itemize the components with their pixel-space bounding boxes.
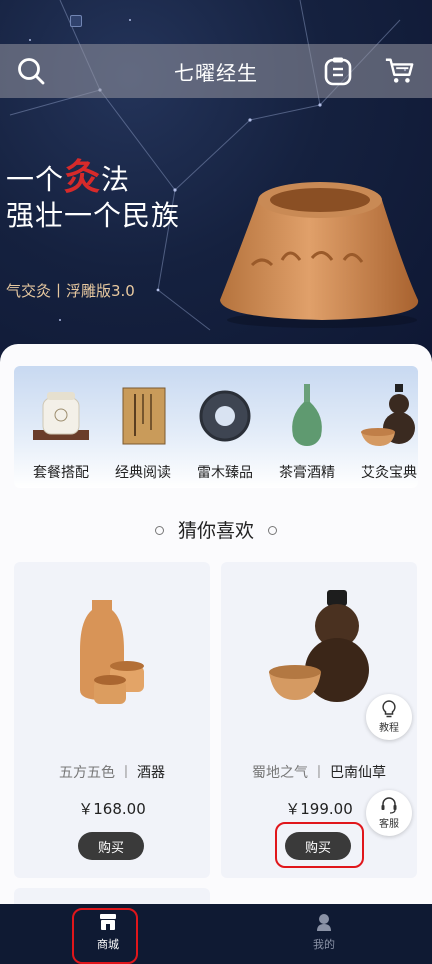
wood-ring-icon — [199, 390, 251, 442]
headset-icon — [381, 797, 397, 814]
category-label: 套餐搭配 — [33, 465, 89, 481]
hero-banner[interactable]: 七曜经生 一个灸法 强壮一个民族 气交灸丨浮雕版3.0 ​ — [0, 0, 432, 380]
tutorial-button[interactable]: 教程 — [366, 694, 412, 740]
name-separator: 丨 — [119, 765, 133, 781]
tutorial-label: 教程 — [379, 723, 399, 734]
jar-set-icon — [33, 392, 89, 440]
wine-set-image — [80, 600, 144, 704]
nav-item-profile[interactable]: 我的 — [284, 912, 364, 960]
category-label: 雷木臻品 — [197, 465, 253, 481]
category-item[interactable]: 经典阅读 — [102, 366, 184, 488]
headline-line2: 强壮一个民族 — [6, 199, 181, 232]
user-icon — [317, 914, 331, 931]
support-button[interactable]: 客服 — [366, 790, 412, 836]
moxa-bowl-image: ​ — [220, 182, 419, 328]
app-root: 七曜经生 一个灸法 强壮一个民族 气交灸丨浮雕版3.0 ​ — [0, 0, 432, 964]
name-separator: 丨 — [312, 765, 326, 781]
product-card[interactable]: 五方五色丨酒器 ￥168.00 购买 — [14, 562, 210, 878]
nav-label: 我的 — [313, 938, 335, 951]
clipboard-icon[interactable] — [323, 56, 353, 86]
product-title: 巴南仙草 — [330, 765, 386, 781]
circle-icon — [268, 525, 277, 535]
section-header: 猜你喜欢 — [0, 516, 432, 543]
status-bar — [0, 0, 432, 44]
product-price: ￥168.00 — [78, 800, 146, 818]
category-item[interactable]: 雷木臻品 — [184, 366, 266, 488]
content-panel: 套餐搭配 经典阅读 雷木臻品 茶膏酒精 艾灸宝典 猜你喜欢 五方五色 丨 酒器 … — [0, 344, 432, 918]
product-brand: 五方五色 — [59, 765, 115, 781]
search-icon[interactable] — [16, 56, 46, 86]
lightbulb-icon — [382, 700, 396, 718]
category-label: 经典阅读 — [115, 465, 171, 481]
circle-icon — [154, 525, 164, 535]
buy-button-highlight — [275, 822, 364, 868]
product-name: 蜀地之气丨巴南仙草 — [221, 762, 417, 782]
category-strip: 套餐搭配 经典阅读 雷木臻品 茶膏酒精 艾灸宝典 — [14, 366, 418, 488]
buy-button[interactable]: 购买 — [78, 832, 144, 860]
top-bar: 七曜经生 — [0, 44, 432, 98]
category-label: 茶膏酒精 — [279, 465, 335, 481]
banner-subtitle: 气交灸丨浮雕版3.0 — [6, 282, 135, 300]
category-item[interactable]: 艾灸宝典 — [348, 366, 418, 488]
nav-store-highlight — [72, 908, 138, 964]
headline-accent: 灸 — [64, 157, 102, 198]
headline-part: 法 — [101, 163, 131, 196]
bottom-nav: 商城 我的 — [0, 904, 432, 964]
gourd-icon — [361, 384, 415, 446]
notification-icon — [70, 15, 82, 27]
vase-icon — [292, 384, 322, 446]
category-label: 艾灸宝典 — [361, 465, 417, 481]
book-icon — [122, 387, 166, 445]
cart-icon[interactable] — [384, 56, 414, 86]
page-title: 七曜经生 — [174, 60, 258, 85]
product-title: 酒器 — [137, 765, 165, 781]
section-title: 猜你喜欢 — [177, 520, 254, 542]
product-brand: 蜀地之气 — [252, 765, 308, 781]
product-name: 五方五色丨酒器 — [14, 762, 210, 782]
herb-bottle-image — [269, 590, 369, 702]
category-item[interactable]: 茶膏酒精 — [266, 366, 348, 488]
support-label: 客服 — [379, 819, 399, 830]
banner-headline: 一个灸法 强壮一个民族 — [6, 160, 180, 234]
category-item[interactable]: 套餐搭配 — [20, 366, 102, 488]
headline-part: 一个 — [6, 163, 65, 196]
